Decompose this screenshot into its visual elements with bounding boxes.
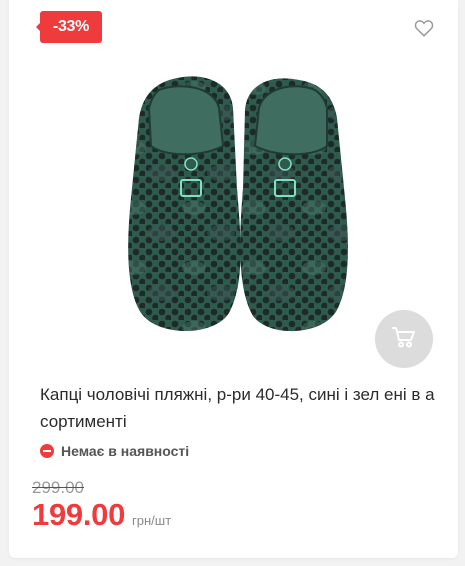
- minus-circle-icon: [40, 444, 54, 458]
- product-title[interactable]: Капці чоловічі пляжні, р-ри 40-45, сині …: [40, 381, 438, 435]
- discount-badge: -33%: [36, 11, 102, 43]
- price-unit: грн/шт: [132, 513, 172, 528]
- right-clog-shape: [240, 78, 348, 332]
- cart-icon: [391, 325, 417, 354]
- left-clog-shape: [128, 76, 241, 332]
- product-image[interactable]: [119, 68, 359, 340]
- price-row: 199.00 грн/шт: [32, 497, 171, 533]
- product-card[interactable]: -33% Капці чоловічі пляжні, р-ри 40-45, …: [9, 0, 458, 558]
- current-price: 199.00: [32, 497, 126, 532]
- old-price: 299.00: [32, 478, 84, 497]
- stock-status: Немає в наявності: [40, 443, 189, 459]
- stock-status-label: Немає в наявності: [61, 443, 190, 459]
- heart-icon[interactable]: [413, 17, 435, 39]
- add-to-cart-button[interactable]: [375, 310, 433, 368]
